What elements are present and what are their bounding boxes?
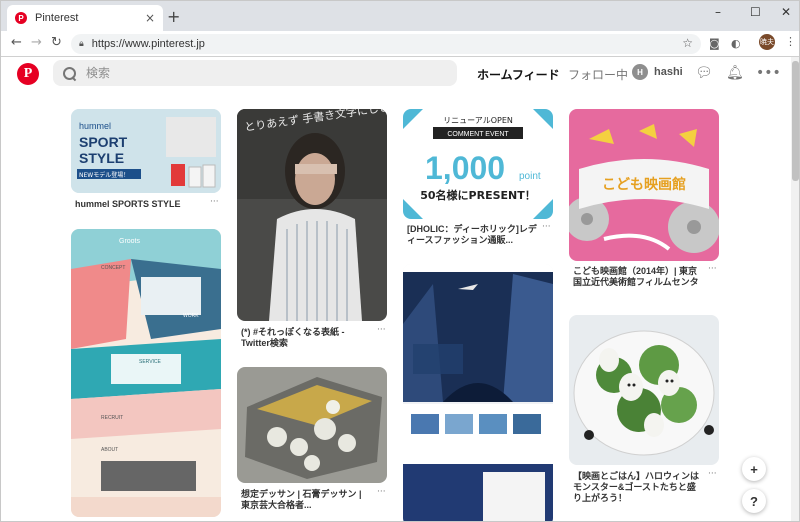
following-link[interactable]: フォロー中 xyxy=(568,66,628,83)
pin-image[interactable]: Groots CONCEPT WORK SERVICE RECRUIT ABOU… xyxy=(71,229,221,517)
campaign-event: COMMENT EVENT xyxy=(447,131,509,138)
pin-image[interactable]: とりあえず 手書き文字にしとけば それっぽく なる。 xyxy=(237,109,387,321)
reload-icon[interactable]: ↻ xyxy=(51,35,62,50)
add-pin-button[interactable]: + xyxy=(742,457,766,481)
pin-more-icon[interactable]: ··· xyxy=(377,487,386,497)
pin-title[interactable]: こども映画館（2014年）| 東京国立近代美術館フィルムセンタ xyxy=(573,266,703,288)
pin-title[interactable]: hummel SPORTS STYLE xyxy=(75,199,203,210)
close-window-icon[interactable]: ✕ xyxy=(781,5,791,19)
groots-section: RECRUIT xyxy=(101,415,123,421)
messages-icon[interactable]: 💬︎ xyxy=(695,65,713,81)
groots-section: CONCEPT xyxy=(101,265,125,271)
minimize-icon[interactable]: – xyxy=(715,5,721,19)
pinterest-header: P ホームフィード フォロー中 H hashi 💬︎ 🔔︎ ••• xyxy=(1,57,791,91)
kids-cinema-poster: こども映画館 xyxy=(569,109,719,261)
pin-more-icon[interactable]: ··· xyxy=(708,264,717,274)
halloween-food-photo xyxy=(569,315,719,465)
browser-window: P Pinterest × + – ☐ ✕ ← → ↻ 🔒︎ https://w… xyxy=(0,0,800,522)
profile-avatar[interactable]: 暁夫 xyxy=(759,34,775,50)
campaign-points: 1,000 xyxy=(425,150,505,186)
pin-title[interactable]: (*) #それっぽくなる表紙 - Twitter検索 xyxy=(241,327,369,349)
plaster-sketch-graphic xyxy=(237,367,387,483)
pin-image[interactable]: hummel SPORT STYLE NEWモデル登場！ xyxy=(71,109,221,193)
new-tab-icon[interactable]: + xyxy=(167,7,180,26)
close-tab-icon[interactable]: × xyxy=(145,11,155,25)
pin-more-icon[interactable]: ··· xyxy=(542,222,551,232)
campaign-ribbon: リニューアルOPEN xyxy=(443,116,513,125)
camera-icon[interactable]: ◙ xyxy=(709,37,720,50)
groots-section: SERVICE xyxy=(139,359,162,365)
tab-strip: P Pinterest × + – ☐ ✕ xyxy=(1,1,799,31)
more-options-icon[interactable]: ••• xyxy=(756,65,781,81)
browser-tab[interactable]: P Pinterest × xyxy=(7,5,163,31)
bookmark-star-icon[interactable]: ☆ xyxy=(682,36,693,50)
browser-toolbar: ← → ↻ 🔒︎ https://www.pinterest.jp ☆ ◙ ◐ xyxy=(1,31,799,57)
page-scrollbar[interactable] xyxy=(791,57,799,521)
pin-more-icon[interactable]: ··· xyxy=(708,469,717,479)
campaign-present: 50名様にPRESENT！ xyxy=(420,188,536,202)
pin-title[interactable]: 想定デッサン | 石膏デッサン | 東京芸大合格者... xyxy=(241,489,369,511)
svg-text:SPORT: SPORT xyxy=(79,134,128,150)
extension-icon[interactable]: ◐ xyxy=(731,37,741,50)
pin-image[interactable] xyxy=(569,315,719,465)
scrollbar-thumb[interactable] xyxy=(792,61,799,181)
ad-tag: NEWモデル登場！ xyxy=(79,171,129,179)
svg-text:STYLE: STYLE xyxy=(79,150,124,166)
maximize-icon[interactable]: ☐ xyxy=(750,5,761,19)
pin-image[interactable] xyxy=(403,264,553,521)
search-icon xyxy=(63,66,76,80)
help-button[interactable]: ? xyxy=(742,489,766,513)
user-name: hashi xyxy=(654,66,683,78)
url-text: https://www.pinterest.jp xyxy=(91,38,205,50)
poster-title: こども映画館 xyxy=(602,176,686,193)
pin-title[interactable]: [DHOLIC：ディーホリック]レディースファッション通販... xyxy=(407,224,537,246)
pin-image[interactable]: リニューアルOPEN COMMENT EVENT 1,000 point 50名… xyxy=(403,109,553,219)
campaign-unit: point xyxy=(519,171,541,182)
browser-menu-icon[interactable]: ⋮ xyxy=(785,35,796,48)
groots-section: WORK xyxy=(183,313,199,319)
book-cover-photo: とりあえず 手書き文字にしとけば それっぽく なる。 xyxy=(237,109,387,321)
search-input[interactable] xyxy=(86,66,426,80)
pin-image[interactable]: こども映画館 xyxy=(569,109,719,261)
pinterest-logo-icon[interactable]: P xyxy=(17,63,39,85)
ad-brand: hummel xyxy=(79,121,111,131)
pin-more-icon[interactable]: ··· xyxy=(210,197,219,207)
lock-icon: 🔒︎ xyxy=(79,39,84,49)
home-feed-link[interactable]: ホームフィード xyxy=(477,66,560,83)
back-icon[interactable]: ← xyxy=(11,35,22,50)
pinterest-favicon-icon: P xyxy=(15,12,27,24)
corporate-website-graphic xyxy=(403,264,553,521)
pin-title[interactable]: 【映画とごはん】ハロウィンはモンスター&ゴーストたちと盛り上がろう！ xyxy=(573,471,703,504)
dholic-campaign-graphic: リニューアルOPEN COMMENT EVENT 1,000 point 50名… xyxy=(403,109,553,219)
groots-section: ABOUT xyxy=(101,447,118,453)
search-box[interactable] xyxy=(53,60,457,86)
tab-title: Pinterest xyxy=(35,12,79,24)
address-bar[interactable]: 🔒︎ https://www.pinterest.jp ☆ xyxy=(71,34,701,54)
notifications-bell-icon[interactable]: 🔔︎ xyxy=(726,65,744,81)
forward-icon[interactable]: → xyxy=(31,35,42,50)
hummel-ad-graphic: hummel SPORT STYLE NEWモデル登場！ xyxy=(71,109,221,193)
groots-website-graphic: Groots CONCEPT WORK SERVICE RECRUIT ABOU… xyxy=(71,229,221,517)
user-avatar: H xyxy=(632,64,648,80)
pin-more-icon[interactable]: ··· xyxy=(377,325,386,335)
user-profile-link[interactable]: H hashi xyxy=(632,64,683,80)
groots-brand: Groots xyxy=(119,238,141,245)
pin-image[interactable] xyxy=(237,367,387,483)
